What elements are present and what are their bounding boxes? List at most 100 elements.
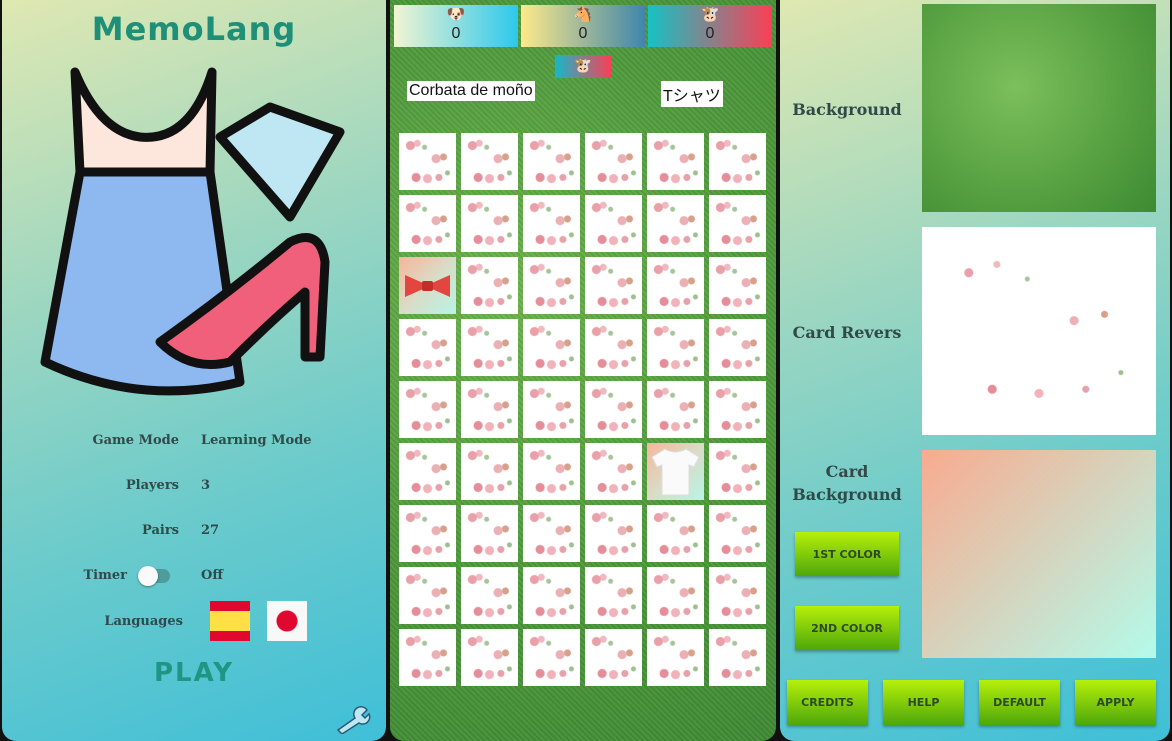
first-color-button[interactable]: 1ST COLOR bbox=[795, 532, 899, 576]
card-face-down[interactable] bbox=[523, 257, 580, 314]
card-reverse-label: Card Revers bbox=[792, 323, 902, 342]
score-value: 0 bbox=[578, 25, 588, 42]
card-face-down[interactable] bbox=[461, 257, 518, 314]
game-mode-label: Game Mode bbox=[92, 433, 180, 448]
card-face-down[interactable] bbox=[709, 629, 766, 686]
card-face-down[interactable] bbox=[461, 381, 518, 438]
card-face-down[interactable] bbox=[647, 567, 704, 624]
background-preview[interactable] bbox=[922, 4, 1156, 212]
players-label: Players bbox=[125, 478, 179, 493]
card-face-down[interactable] bbox=[461, 195, 518, 252]
help-button[interactable]: HELP bbox=[883, 680, 964, 725]
players-value[interactable]: 3 bbox=[201, 478, 210, 493]
card-face-down[interactable] bbox=[647, 133, 704, 190]
card-face-down[interactable] bbox=[399, 381, 456, 438]
app-logo: MemoLang bbox=[91, 10, 297, 48]
card-reverse-preview[interactable] bbox=[922, 227, 1156, 435]
card-face-down[interactable] bbox=[399, 505, 456, 562]
card-face-down[interactable] bbox=[523, 443, 580, 500]
card-face-down[interactable] bbox=[709, 195, 766, 252]
timer-label: Timer bbox=[83, 568, 128, 583]
card-face-down[interactable] bbox=[461, 133, 518, 190]
card-face-down[interactable] bbox=[523, 195, 580, 252]
card-face-down[interactable] bbox=[585, 443, 642, 500]
card-face-down[interactable] bbox=[647, 319, 704, 376]
cow-icon: 🐮 bbox=[700, 6, 720, 23]
clothing-illustration bbox=[40, 67, 345, 396]
card-face-down[interactable] bbox=[647, 629, 704, 686]
card-face-down[interactable] bbox=[461, 505, 518, 562]
score-value: 0 bbox=[705, 25, 715, 42]
pairs-value[interactable]: 27 bbox=[201, 523, 219, 538]
card-face-down[interactable] bbox=[585, 133, 642, 190]
card-face-down[interactable] bbox=[709, 505, 766, 562]
card-t-shirt[interactable] bbox=[647, 443, 704, 500]
card-face-down[interactable] bbox=[647, 381, 704, 438]
card-face-down[interactable] bbox=[523, 505, 580, 562]
player-score-1: 🐶 0 bbox=[394, 5, 518, 47]
cow-icon: 🐮 bbox=[574, 58, 592, 74]
card-bow-tie[interactable] bbox=[399, 257, 456, 314]
default-button[interactable]: DEFAULT bbox=[979, 680, 1060, 725]
card-face-down[interactable] bbox=[585, 381, 642, 438]
card-face-down[interactable] bbox=[585, 257, 642, 314]
credits-button[interactable]: CREDITS bbox=[787, 680, 868, 725]
card-face-down[interactable] bbox=[585, 505, 642, 562]
languages-label: Languages bbox=[104, 614, 183, 629]
second-color-button[interactable]: 2ND COLOR bbox=[795, 606, 899, 650]
card-background-preview bbox=[922, 450, 1156, 658]
score-value: 0 bbox=[451, 25, 461, 42]
card-face-down[interactable] bbox=[399, 133, 456, 190]
horse-icon: 🐴 bbox=[573, 6, 593, 23]
card-face-down[interactable] bbox=[647, 257, 704, 314]
card-face-down[interactable] bbox=[709, 381, 766, 438]
game-mode-value[interactable]: Learning Mode bbox=[201, 433, 312, 448]
japanese-flag-button[interactable] bbox=[267, 601, 307, 641]
card-face-down[interactable] bbox=[523, 133, 580, 190]
card-face-down[interactable] bbox=[585, 629, 642, 686]
card-face-down[interactable] bbox=[399, 567, 456, 624]
card-face-down[interactable] bbox=[461, 443, 518, 500]
card-face-down[interactable] bbox=[585, 567, 642, 624]
card-face-down[interactable] bbox=[523, 381, 580, 438]
card-face-down[interactable] bbox=[709, 443, 766, 500]
card-face-down[interactable] bbox=[523, 567, 580, 624]
customize-panel: Background Card Revers Card Background 1… bbox=[780, 0, 1170, 741]
card-face-down[interactable] bbox=[709, 319, 766, 376]
card-face-down[interactable] bbox=[585, 319, 642, 376]
card-background-label: Card Background bbox=[792, 462, 902, 504]
timer-value: Off bbox=[201, 568, 223, 583]
card-face-down[interactable] bbox=[647, 195, 704, 252]
wrench-icon[interactable] bbox=[335, 706, 371, 734]
card-face-down[interactable] bbox=[399, 629, 456, 686]
card-face-down[interactable] bbox=[585, 195, 642, 252]
main-menu-panel: MemoLang Game Mode Learning Mode Players… bbox=[2, 0, 386, 741]
card-face-down[interactable] bbox=[461, 629, 518, 686]
card-face-down[interactable] bbox=[523, 629, 580, 686]
card-face-down[interactable] bbox=[709, 133, 766, 190]
word-right: Tシャツ bbox=[661, 81, 723, 107]
toggle-thumb bbox=[138, 566, 158, 586]
background-label: Background bbox=[792, 100, 902, 119]
card-face-down[interactable] bbox=[399, 195, 456, 252]
card-face-down[interactable] bbox=[399, 443, 456, 500]
card-face-down[interactable] bbox=[399, 319, 456, 376]
card-face-down[interactable] bbox=[709, 257, 766, 314]
card-face-down[interactable] bbox=[523, 319, 580, 376]
card-face-down[interactable] bbox=[461, 567, 518, 624]
timer-toggle[interactable] bbox=[138, 566, 170, 586]
card-face-down[interactable] bbox=[647, 505, 704, 562]
spanish-flag-button[interactable] bbox=[210, 601, 250, 641]
card-face-down[interactable] bbox=[709, 567, 766, 624]
apply-button[interactable]: APPLY bbox=[1075, 680, 1156, 725]
game-board-panel: 🐶 0 🐴 0 🐮 0 🐮 Corbata de moño Tシャツ bbox=[390, 0, 776, 741]
bow-tie-icon bbox=[405, 275, 450, 297]
card-face-down[interactable] bbox=[461, 319, 518, 376]
current-player-indicator: 🐮 bbox=[555, 55, 611, 78]
dog-icon: 🐶 bbox=[446, 6, 466, 23]
player-score-2: 🐴 0 bbox=[521, 5, 645, 47]
word-left: Corbata de moño bbox=[407, 81, 535, 101]
play-button[interactable]: PLAY bbox=[2, 658, 386, 688]
pairs-label: Pairs bbox=[142, 523, 179, 538]
t-shirt-icon bbox=[651, 448, 700, 496]
